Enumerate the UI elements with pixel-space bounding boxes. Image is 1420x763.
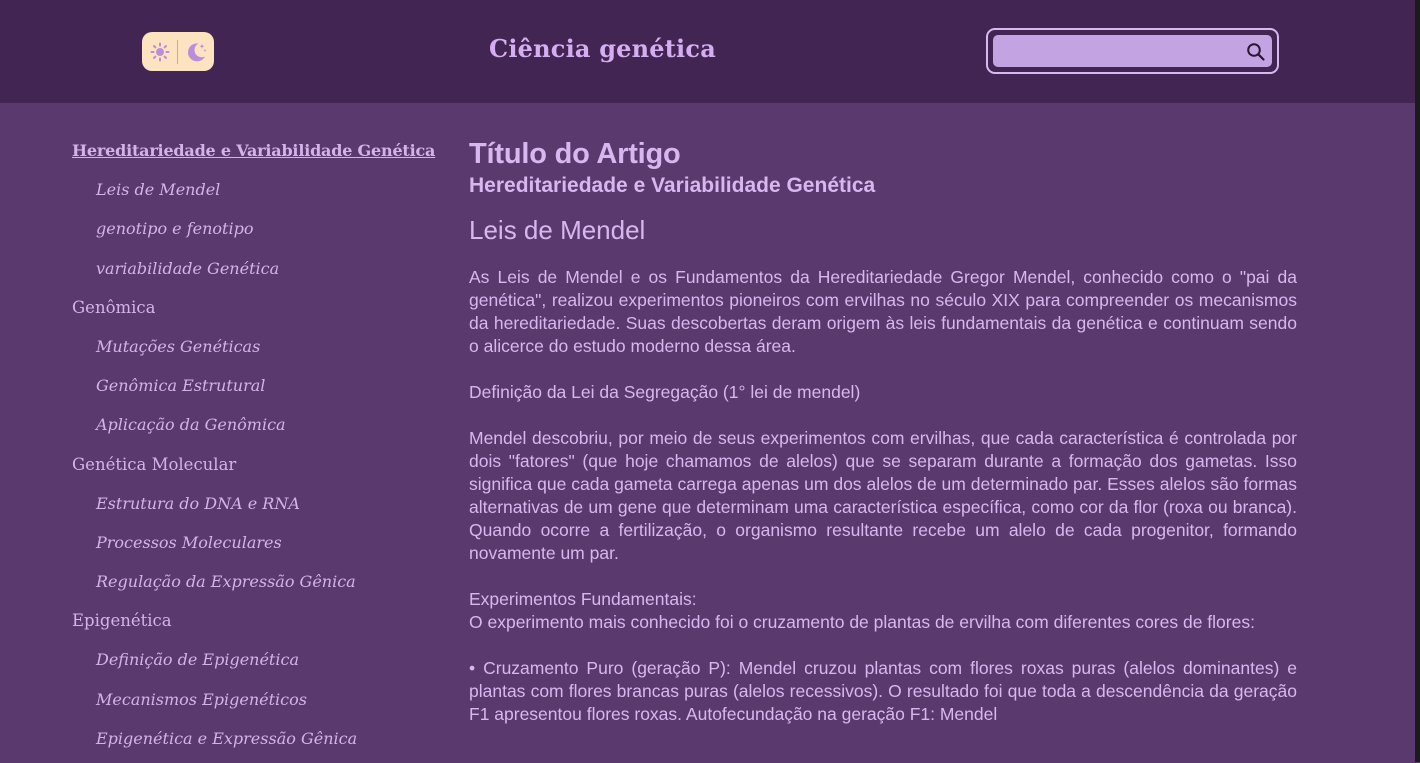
article-content: Título do Artigo Hereditariedade e Varia… [469,136,1297,726]
sidebar-item-variabilidade-genetica[interactable]: variabilidade Genética [72,254,442,293]
window-scrollbar[interactable] [1415,0,1420,762]
moon-stars-icon[interactable] [184,40,208,64]
theme-toggle[interactable] [142,32,214,71]
experiments-heading: Experimentos Fundamentais: [469,589,697,609]
sidebar-item-epigenetica[interactable]: Epigenética [72,606,442,645]
definition-paragraph: Mendel descobriu, por meio de seus exper… [469,428,1297,563]
site-title: Ciência genética [489,34,716,63]
definition-heading: Definição da Lei da Segregação (1° lei d… [469,382,861,402]
sidebar-item-definicao-epigenetica[interactable]: Definição de Epigenética [72,645,442,684]
sidebar-nav: Hereditariedade e Variabilidade Genética… [72,136,442,763]
bullet-paragraph: • Cruzamento Puro (geração P): Mendel cr… [469,658,1297,724]
article-title: Título do Artigo [469,138,681,170]
article-subtitle: Hereditariedade e Variabilidade Genética [469,174,876,197]
sidebar-item-mecanismos-epigeneticos[interactable]: Mecanismos Epigenéticos [72,685,442,724]
search-box [986,28,1279,74]
sun-icon[interactable] [149,41,171,63]
sidebar-item-aplicacao-genomica[interactable]: Aplicação da Genômica [72,410,442,449]
sidebar-item-mutacoes-geneticas[interactable]: Mutações Genéticas [72,332,442,371]
sidebar-item-estrutura-dna-rna[interactable]: Estrutura do DNA e RNA [72,489,442,528]
sidebar-item-genotipo-fenotipo[interactable]: genotipo e fenotipo [72,214,442,253]
sidebar-item-genomica[interactable]: Genômica [72,293,442,332]
section-title: Leis de Mendel [469,215,646,245]
site-header: Ciência genética [0,0,1415,103]
experiments-intro: O experimento mais conhecido foi o cruza… [469,612,1255,632]
search-icon[interactable] [1246,42,1266,62]
intro-paragraph: As Leis de Mendel e os Fundamentos da He… [469,267,1297,356]
sidebar-item-leis-de-mendel[interactable]: Leis de Mendel [72,175,442,214]
sidebar-item-hereditariedade[interactable]: Hereditariedade e Variabilidade Genética [72,136,442,175]
toggle-divider [176,39,178,64]
sidebar-item-processos-moleculares[interactable]: Processos Moleculares [72,528,442,567]
search-input[interactable] [993,35,1272,67]
sidebar-item-genomica-estrutural[interactable]: Genômica Estrutural [72,371,442,410]
sidebar-item-genetica-molecular[interactable]: Genética Molecular [72,450,442,489]
sidebar-item-regulacao-expressao[interactable]: Regulação da Expressão Gênica [72,567,442,606]
sidebar-item-epigenetica-expressao[interactable]: Epigenética e Expressão Gênica [72,724,442,763]
